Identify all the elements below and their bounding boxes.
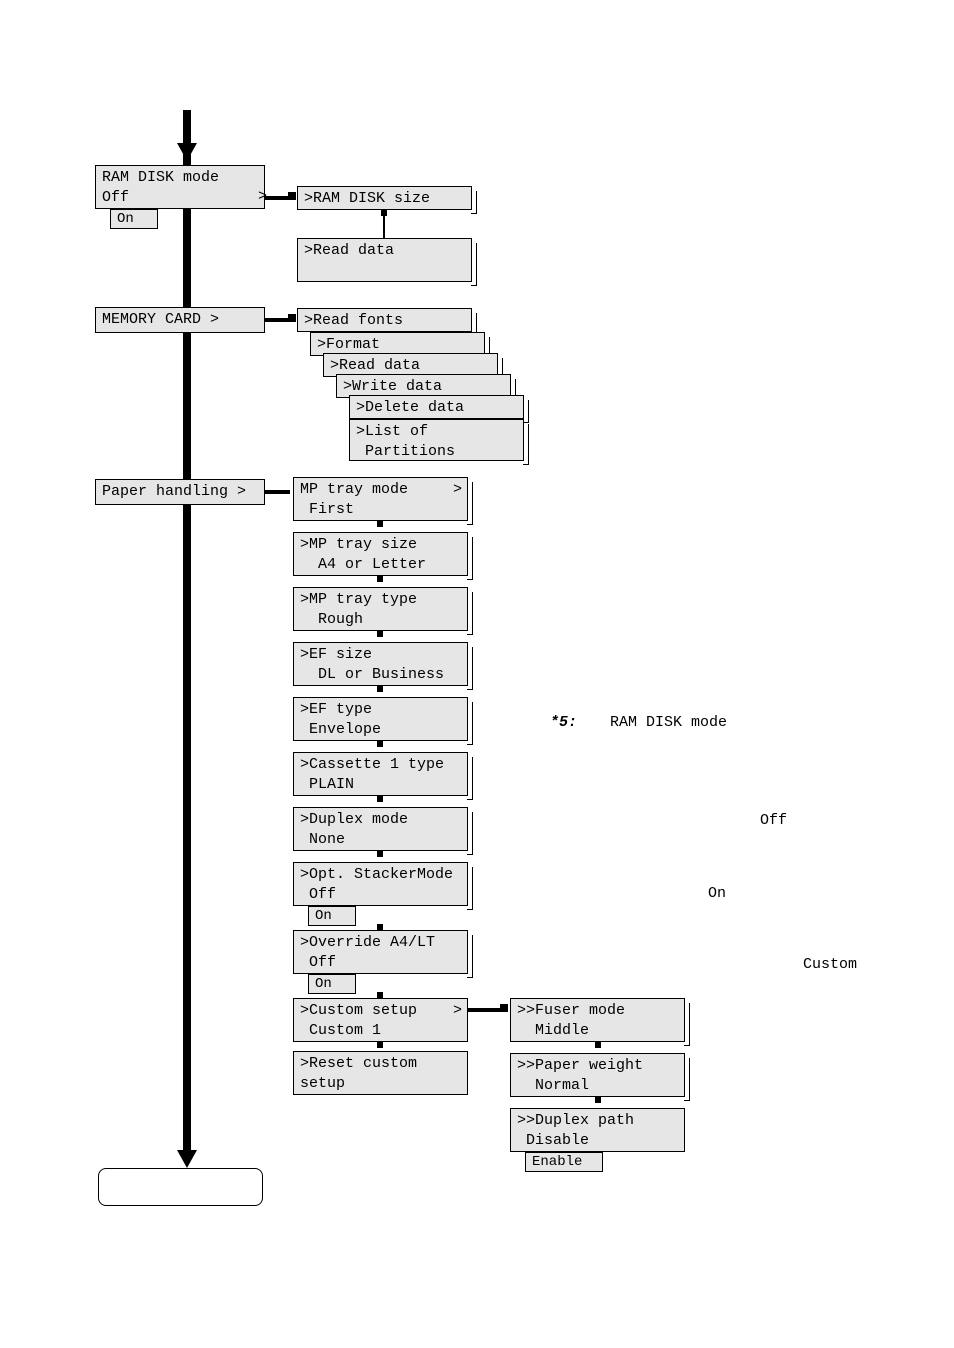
ram-disk-off: Off <box>102 189 129 206</box>
conn-sq <box>500 1004 508 1012</box>
tick <box>377 521 383 527</box>
spine-line <box>183 110 191 1160</box>
t: >Duplex mode None <box>300 811 408 848</box>
conn <box>383 216 385 238</box>
tick <box>377 741 383 747</box>
t: >MP tray size A4 or Letter <box>300 536 426 573</box>
ram-disk-box: RAM DISK mode Off <box>95 165 265 209</box>
ef-size: >EF size DL or Business <box>293 642 468 686</box>
fuser-mode: >>Fuser mode Middle <box>510 998 685 1042</box>
conn-sq <box>288 314 296 322</box>
override-on: On <box>308 974 356 994</box>
t: >>Duplex path Disable <box>517 1112 634 1149</box>
tick <box>595 1042 601 1048</box>
spine-arrow-top <box>177 143 197 161</box>
tick <box>377 686 383 692</box>
ram-disk-title: RAM DISK mode <box>102 169 219 186</box>
mc-delete: >Delete data <box>349 395 524 419</box>
custom-setup: >Custom setup > Custom 1 <box>293 998 468 1042</box>
note-on: On <box>708 885 726 902</box>
ram-disk-size: >RAM DISK size <box>297 186 472 210</box>
ram-disk-on: On <box>110 209 158 229</box>
mc-list-text: >List of Partitions <box>356 423 455 460</box>
note-off: Off <box>760 812 787 829</box>
spine-arrow-bottom <box>177 1150 197 1168</box>
tick <box>377 631 383 637</box>
ram-read-data: >Read data <box>297 238 472 282</box>
tick <box>595 1097 601 1103</box>
mp-tray-mode: MP tray mode > First <box>293 477 468 521</box>
conn <box>468 1008 503 1012</box>
duplex-mode: >Duplex mode None <box>293 807 468 851</box>
tick <box>377 576 383 582</box>
t: >Override A4/LT Off <box>300 934 435 971</box>
mc-list: >List of Partitions <box>349 419 524 461</box>
conn <box>265 490 290 494</box>
t: >>Paper weight Normal <box>517 1057 643 1094</box>
duplex-path: >>Duplex path Disable <box>510 1108 685 1152</box>
memory-card-box: MEMORY CARD > <box>95 307 265 333</box>
tick <box>377 1042 383 1048</box>
t: >EF type Envelope <box>300 701 381 738</box>
mp-tray-type: >MP tray type Rough <box>293 587 468 631</box>
ef-type: >EF type Envelope <box>293 697 468 741</box>
conn-sq <box>288 192 296 200</box>
t: >Opt. StackerMode Off <box>300 866 453 903</box>
t: >MP tray type Rough <box>300 591 417 628</box>
override-box: >Override A4/LT Off <box>293 930 468 974</box>
note-star: *5: <box>550 714 577 731</box>
paper-weight: >>Paper weight Normal <box>510 1053 685 1097</box>
stacker-on: On <box>308 906 356 926</box>
t: MP tray mode > First <box>300 481 462 518</box>
reset-custom: >Reset custom setup <box>293 1051 468 1095</box>
t: >Reset custom setup <box>300 1055 417 1092</box>
paper-handling-box: Paper handling > <box>95 479 265 505</box>
t: >>Fuser mode Middle <box>517 1002 625 1039</box>
tick <box>377 796 383 802</box>
duplex-enable: Enable <box>525 1152 603 1172</box>
cassette-type: >Cassette 1 type PLAIN <box>293 752 468 796</box>
t: >Custom setup > Custom 1 <box>300 1002 462 1039</box>
continuation-box <box>98 1168 263 1206</box>
mp-tray-size: >MP tray size A4 or Letter <box>293 532 468 576</box>
conn <box>265 318 290 322</box>
t: >Cassette 1 type PLAIN <box>300 756 444 793</box>
note-ram: RAM DISK mode <box>610 714 727 731</box>
tick <box>377 851 383 857</box>
stacker-mode: >Opt. StackerMode Off <box>293 862 468 906</box>
conn <box>265 196 290 200</box>
t: >EF size DL or Business <box>300 646 444 683</box>
mc-read-fonts: >Read fonts <box>297 308 472 332</box>
note-custom: Custom <box>803 956 857 973</box>
